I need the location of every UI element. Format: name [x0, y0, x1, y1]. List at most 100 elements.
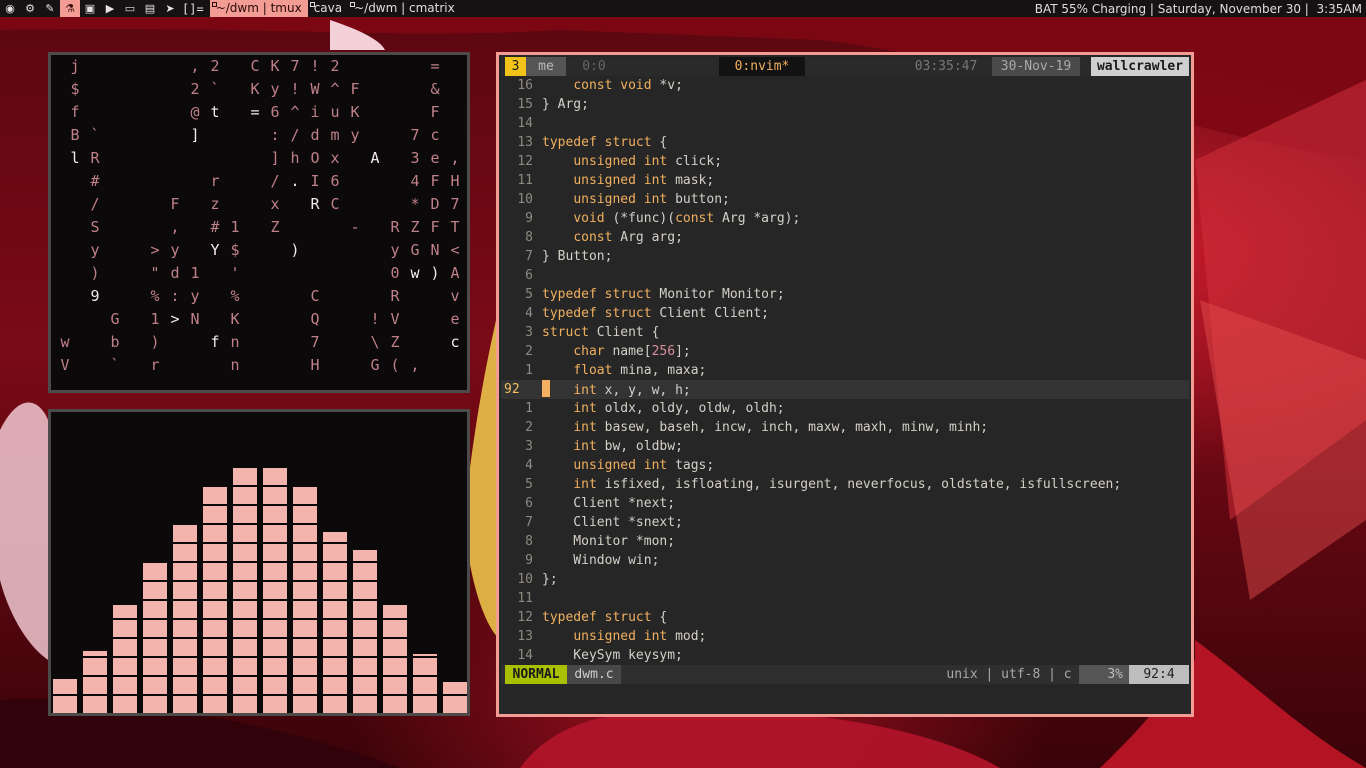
line-text: typedef struct { — [542, 133, 667, 152]
code-line[interactable]: 3 int bw, oldbw; — [501, 437, 1189, 456]
folder-icon[interactable]: ▤ — [140, 0, 160, 17]
video-icon[interactable]: ▶ — [100, 0, 120, 17]
layout-indicator[interactable]: []= — [180, 2, 210, 16]
code-line[interactable]: 9 Window win; — [501, 551, 1189, 570]
code-line[interactable]: 16 const void *v; — [501, 76, 1189, 95]
text-token: name[ — [604, 344, 652, 359]
matrix-glyph: ` — [210, 80, 220, 98]
line-number: 2 — [525, 344, 533, 359]
editor-buffer[interactable]: 16 const void *v; 15} Arg; 14 13 typedef str… — [501, 76, 1189, 665]
tag-2[interactable]: cava — [308, 0, 348, 17]
spectrum-bar — [443, 682, 467, 713]
cmatrix-window[interactable]: j $ f Bl ` R # / Sy) 9 Gb ` w V > "% 1) r F, y d: >, 2 @] r z # Y 1 y… — [48, 52, 470, 393]
code-line[interactable]: 2 char name[256]; — [501, 342, 1189, 361]
code-line[interactable]: 11 unsigned int mask; — [501, 171, 1189, 190]
line-number: 14 — [517, 116, 533, 131]
matrix-glyph: 1 — [150, 310, 160, 328]
line-text: unsigned int button; — [542, 190, 730, 209]
keyword-token: unsigned — [573, 173, 636, 188]
matrix-glyph: T — [450, 218, 460, 236]
code-line[interactable]: 13 typedef struct { — [501, 133, 1189, 152]
code-line[interactable]: 3 struct Client { — [501, 323, 1189, 342]
code-line[interactable]: 10 unsigned int button; — [501, 190, 1189, 209]
code-line[interactable]: 9 void (*func)(const Arg *arg); — [501, 209, 1189, 228]
flask-icon[interactable]: ⚗ — [60, 0, 80, 17]
code-line[interactable]: 4 typedef struct Client Client; — [501, 304, 1189, 323]
matrix-glyph: ) — [90, 264, 100, 282]
tag-1[interactable]: ~/dwm | tmux — [209, 0, 308, 17]
firefox-icon[interactable]: ◉ — [0, 0, 20, 17]
command-line[interactable] — [501, 684, 1189, 712]
matrix-glyph: ` — [90, 126, 100, 144]
code-line[interactable]: 2 int basew, baseh, incw, inch, maxw, ma… — [501, 418, 1189, 437]
cava-window[interactable] — [48, 409, 470, 716]
text-token: x, y, w, h; — [596, 383, 691, 398]
telegram-icon[interactable]: ➤ — [160, 0, 180, 17]
matrix-glyph: $ — [230, 241, 240, 259]
tag-3[interactable]: ~/dwm | cmatrix — [348, 0, 461, 17]
code-line[interactable]: 13 unsigned int mod; — [501, 627, 1189, 646]
code-line[interactable]: 1 int oldx, oldy, oldw, oldh; — [501, 399, 1189, 418]
line-number: 13 — [517, 135, 533, 150]
text-token: click; — [667, 154, 723, 169]
text-token: basew, baseh, incw, inch, maxw, maxh, mi… — [596, 420, 989, 435]
tag-list: ~/dwm | tmux cava ~/dwm | cmatrix — [209, 0, 461, 17]
keyword-token: char — [573, 344, 605, 359]
code-line[interactable]: 6 — [501, 266, 1189, 285]
code-line[interactable]: 6 Client *next; — [501, 494, 1189, 513]
line-text: }; — [542, 570, 558, 589]
tmux-window-index[interactable]: 3 — [505, 57, 526, 76]
steam-icon[interactable]: ⚙ — [20, 0, 40, 17]
brush-icon[interactable]: ✎ — [40, 0, 60, 17]
matrix-glyph: R — [90, 149, 100, 167]
code-line[interactable]: 10}; — [501, 570, 1189, 589]
code-line[interactable]: 12 unsigned int click; — [501, 152, 1189, 171]
line-text: char name[256]; — [542, 342, 690, 361]
matrix-glyph: v — [450, 287, 460, 305]
matrix-glyph: D — [430, 195, 440, 213]
matrix-glyph: - — [350, 218, 360, 236]
code-line[interactable]: 8 const Arg arg; — [501, 228, 1189, 247]
tmux-session[interactable]: me — [526, 57, 566, 76]
matrix-glyph: Z — [270, 218, 280, 236]
tmux-window-active[interactable]: 0:nvim* — [719, 57, 805, 76]
matrix-glyph: K — [250, 80, 260, 98]
keyword-token: unsigned — [573, 154, 636, 169]
keyword-token: struct — [604, 610, 652, 625]
code-line[interactable]: 11 — [501, 589, 1189, 608]
code-line[interactable]: 14 KeySym keysym; — [501, 646, 1189, 665]
line-number: 1 — [525, 363, 533, 378]
launcher-icons: ◉ ⚙ ✎ ⚗ ▣ ▶ ▭ ▤ ➤ — [0, 0, 180, 17]
line-number: 4 — [525, 306, 533, 321]
matrix-glyph: m — [330, 126, 340, 144]
matrix-glyph: F — [430, 218, 440, 236]
code-line[interactable]: 15} Arg; — [501, 95, 1189, 114]
monitor-icon[interactable]: ▭ — [120, 0, 140, 17]
tmux-window-inactive[interactable]: 0:0 — [566, 57, 622, 76]
line-number: 10 — [517, 192, 533, 207]
code-line[interactable]: 7 Client *snext; — [501, 513, 1189, 532]
matrix-glyph: , — [170, 218, 180, 236]
spectrum-bar — [53, 679, 77, 713]
image-icon[interactable]: ▣ — [80, 0, 100, 17]
code-line[interactable]: 1 float mina, maxa; — [501, 361, 1189, 380]
spectrum-bar — [143, 563, 167, 713]
matrix-glyph: w — [410, 264, 420, 282]
matrix-glyph: C — [310, 287, 320, 305]
matrix-glyph: ^ — [330, 80, 340, 98]
tmux-nvim-window[interactable]: 3 me 0:0 0:nvim* 03:35:47 30-Nov-19 wall… — [496, 52, 1194, 717]
code-line[interactable]: 5 typedef struct Monitor Monitor; — [501, 285, 1189, 304]
matrix-glyph: ' — [230, 264, 240, 282]
code-line[interactable]: 8 Monitor *mon; — [501, 532, 1189, 551]
cursor-line[interactable]: 92 int x, y, w, h; — [501, 380, 1189, 399]
code-line[interactable]: 5 int isfixed, isfloating, isurgent, nev… — [501, 475, 1189, 494]
code-line[interactable]: 14 — [501, 114, 1189, 133]
code-line[interactable]: 12 typedef struct { — [501, 608, 1189, 627]
text-token: Client *next; — [542, 496, 676, 511]
matrix-glyph: / — [290, 126, 300, 144]
code-line[interactable]: 7} Button; — [501, 247, 1189, 266]
code-line[interactable]: 4 unsigned int tags; — [501, 456, 1189, 475]
